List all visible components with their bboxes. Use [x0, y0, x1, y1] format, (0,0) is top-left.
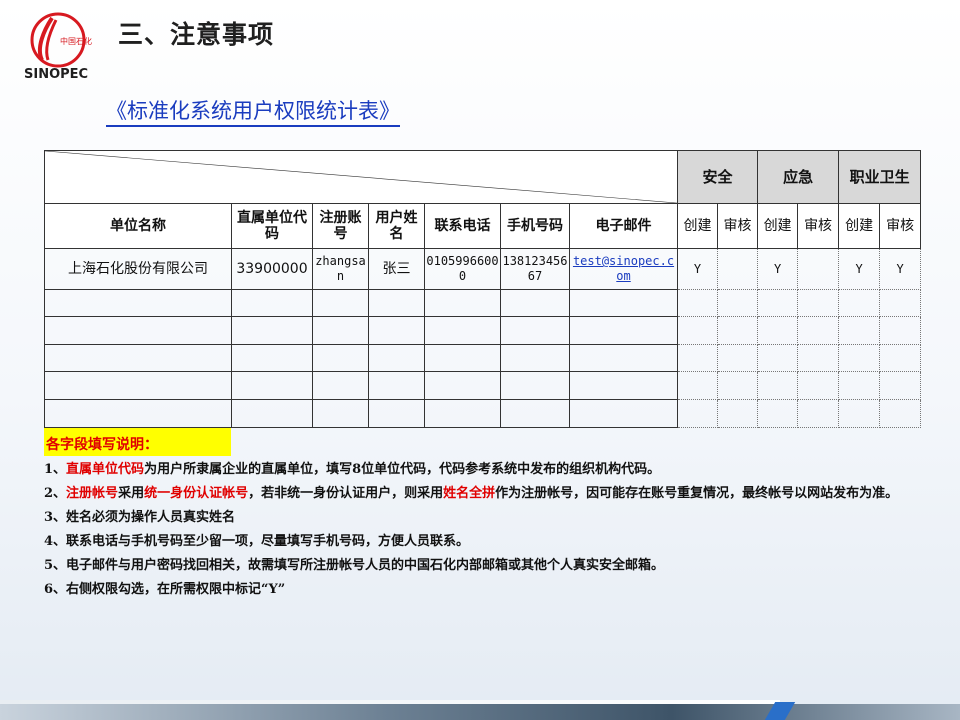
- col-header-email: 电子邮件: [568, 203, 679, 249]
- table-row: [44, 371, 922, 400]
- footer-bar: [0, 704, 960, 720]
- col-header-phone: 联系电话: [424, 203, 501, 249]
- cell-perm: [797, 248, 840, 290]
- col-header-unit-code: 直属单位代码: [231, 203, 313, 249]
- note-4: 4、联系电话与手机号码至少留一项，尽量填写手机号码，方便人员联系。: [44, 534, 470, 549]
- col-header-account: 注册账号: [312, 203, 369, 249]
- logo-text: 中国石化: [60, 36, 92, 46]
- cell-email: test@sinopec.com: [568, 248, 679, 290]
- sub-header-create: 创建: [677, 203, 719, 249]
- cell-user-name: 张三: [368, 248, 425, 290]
- col-header-unit-name: 单位名称: [44, 203, 232, 249]
- logo-brand: SINOPEC: [24, 67, 88, 82]
- cell-mobile: 13812345667: [500, 248, 570, 290]
- permission-table-link[interactable]: 《标准化系统用户权限统计表》: [106, 97, 400, 127]
- table-row: [44, 316, 922, 345]
- cell-perm: [717, 248, 759, 290]
- col-header-user-name: 用户姓名: [368, 203, 425, 249]
- cell-unit-name: 上海石化股份有限公司: [44, 248, 232, 290]
- col-header-mobile: 手机号码: [500, 203, 570, 249]
- group-header-safety: 安全: [677, 150, 759, 204]
- cell-perm: Y: [879, 248, 922, 290]
- permission-table: 安全 应急 职业卫生 单位名称 直属单位代码 注册账号 用户姓名 联系电话 手机…: [43, 150, 922, 428]
- group-header-emergency: 应急: [757, 150, 840, 204]
- table-row: [44, 344, 922, 372]
- cell-perm: Y: [677, 248, 719, 290]
- table-row: [44, 399, 922, 428]
- sinopec-logo: 中国石化 SINOPEC: [22, 8, 94, 82]
- sub-header-review: 审核: [879, 203, 922, 249]
- note-6: 6、右侧权限勾选，在所需权限中标记“Y”: [44, 582, 286, 597]
- cell-perm: Y: [757, 248, 799, 290]
- page-title: 三、注意事项: [118, 20, 275, 49]
- email-link[interactable]: test@sinopec.com: [573, 254, 674, 283]
- table-row: 上海石化股份有限公司 33900000 zhangsan 张三 01059966…: [44, 248, 922, 290]
- cell-perm: Y: [838, 248, 881, 290]
- sub-header-create: 创建: [838, 203, 881, 249]
- table-row: [44, 289, 922, 317]
- sub-header-create: 创建: [757, 203, 799, 249]
- note-2: 2、注册帐号采用统一身份认证帐号，若非统一身份认证用户，则采用姓名全拼作为注册帐…: [44, 486, 899, 501]
- note-3: 3、姓名必须为操作人员真实姓名: [44, 510, 236, 525]
- notes-heading: 各字段填写说明：: [44, 428, 231, 456]
- cell-phone: 01059966000: [424, 248, 501, 290]
- diagonal-header-cell: [43, 150, 679, 204]
- sub-header-review: 审核: [717, 203, 759, 249]
- note-1: 1、直属单位代码为用户所隶属企业的直属单位，填写8位单位代码，代码参考系统中发布…: [44, 462, 661, 477]
- cell-account: zhangsan: [312, 248, 369, 290]
- field-notes: 1、直属单位代码为用户所隶属企业的直属单位，填写8位单位代码，代码参考系统中发布…: [44, 460, 924, 604]
- note-5: 5、电子邮件与用户密码找回相关，故需填写所注册帐号人员的中国石化内部邮箱或其他个…: [44, 558, 665, 573]
- cell-unit-code: 33900000: [231, 248, 313, 290]
- sub-header-review: 审核: [797, 203, 840, 249]
- group-header-occupational-health: 职业卫生: [838, 150, 922, 204]
